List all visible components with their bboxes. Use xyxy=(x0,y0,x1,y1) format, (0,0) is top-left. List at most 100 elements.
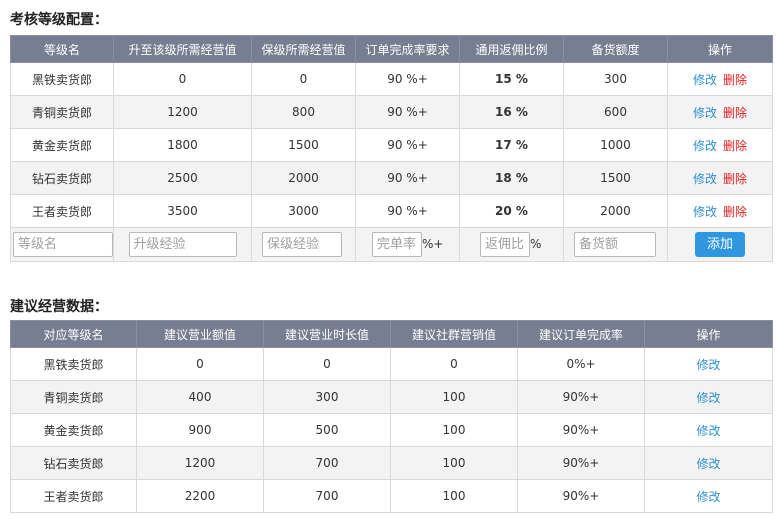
level-name-cell: 黄金卖货郎 xyxy=(10,413,137,447)
form-cell xyxy=(10,227,114,262)
form-cell: 添加 xyxy=(667,227,773,262)
community-cell: 100 xyxy=(390,413,518,447)
col-header-revenue: 建议营业额值 xyxy=(136,320,264,348)
upgrade-value-cell: 0 xyxy=(113,62,252,96)
edit-link[interactable]: 修改 xyxy=(693,205,717,219)
level-name-cell: 钻石卖货郎 xyxy=(10,161,114,195)
add-button[interactable]: 添加 xyxy=(695,232,745,257)
col-header-order-rate: 建议订单完成率 xyxy=(517,320,645,348)
revenue-cell: 400 xyxy=(136,380,264,414)
keep-value-cell: 1500 xyxy=(251,128,356,162)
revenue-cell: 2200 xyxy=(136,479,264,513)
table-row: 青铜卖货郎 1200 800 90 %+ 16 % 600 修改 删除 xyxy=(10,95,773,129)
col-header-hours: 建议营业时长值 xyxy=(263,320,391,348)
col-header-community: 建议社群营销值 xyxy=(390,320,518,348)
edit-link[interactable]: 修改 xyxy=(696,391,720,405)
hours-cell: 700 xyxy=(263,479,391,513)
suggested-data-table: 对应等级名 建议营业额值 建议营业时长值 建议社群营销值 建议订单完成率 操作 … xyxy=(10,320,773,513)
edit-link[interactable]: 修改 xyxy=(693,106,717,120)
level-name-cell: 黄金卖货郎 xyxy=(10,128,114,162)
level-name-cell: 青铜卖货郎 xyxy=(10,95,114,129)
level-name-cell: 王者卖货郎 xyxy=(10,194,114,228)
hours-cell: 700 xyxy=(263,446,391,480)
col-header-actions: 操作 xyxy=(667,35,773,63)
table-row: 黑铁卖货郎 0 0 90 %+ 15 % 300 修改 删除 xyxy=(10,62,773,96)
col-header-order-rate: 订单完成率要求 xyxy=(355,35,460,63)
upgrade-value-cell: 2500 xyxy=(113,161,252,195)
form-cell: %+ xyxy=(355,227,460,262)
edit-link[interactable]: 修改 xyxy=(696,358,720,372)
actions-cell: 修改 xyxy=(644,446,773,480)
table-row: 钻石卖货郎 1200 700 100 90%+ 修改 xyxy=(10,446,773,480)
table-row: 黄金卖货郎 1800 1500 90 %+ 17 % 1000 修改 删除 xyxy=(10,128,773,162)
level-config-table: 等级名 升至该级所需经营值 保级所需经营值 订单完成率要求 通用返佣比例 备货额… xyxy=(10,35,773,262)
order-rate-cell: 90 %+ xyxy=(355,161,460,195)
col-header-keep-value: 保级所需经营值 xyxy=(251,35,356,63)
revenue-cell: 0 xyxy=(136,347,264,381)
table-row: 王者卖货郎 3500 3000 90 %+ 20 % 2000 修改 删除 xyxy=(10,194,773,228)
community-cell: 100 xyxy=(390,446,518,480)
delete-link[interactable]: 删除 xyxy=(723,172,747,186)
table-header-row: 等级名 升至该级所需经营值 保级所需经营值 订单完成率要求 通用返佣比例 备货额… xyxy=(10,35,773,63)
actions-cell: 修改 删除 xyxy=(667,62,773,96)
actions-cell: 修改 删除 xyxy=(667,161,773,195)
hours-cell: 0 xyxy=(263,347,391,381)
edit-link[interactable]: 修改 xyxy=(693,139,717,153)
upgrade-value-cell: 3500 xyxy=(113,194,252,228)
form-cell: % xyxy=(459,227,564,262)
hours-cell: 500 xyxy=(263,413,391,447)
actions-cell: 修改 xyxy=(644,413,773,447)
level-config-title: 考核等级配置： xyxy=(10,12,108,28)
community-cell: 0 xyxy=(390,347,518,381)
stock-input[interactable] xyxy=(574,232,656,257)
order-rate-cell: 90%+ xyxy=(517,479,645,513)
revenue-cell: 900 xyxy=(136,413,264,447)
actions-cell: 修改 xyxy=(644,347,773,381)
rebate-cell: 20 % xyxy=(459,194,564,228)
actions-cell: 修改 xyxy=(644,479,773,513)
rebate-input[interactable] xyxy=(480,232,530,257)
delete-link[interactable]: 删除 xyxy=(723,106,747,120)
order-rate-cell: 90 %+ xyxy=(355,194,460,228)
rebate-cell: 16 % xyxy=(459,95,564,129)
edit-link[interactable]: 修改 xyxy=(696,424,720,438)
order-rate-cell: 90%+ xyxy=(517,380,645,414)
form-cell xyxy=(251,227,356,262)
actions-cell: 修改 删除 xyxy=(667,128,773,162)
table-row: 黄金卖货郎 900 500 100 90%+ 修改 xyxy=(10,413,773,447)
level-name-input[interactable] xyxy=(13,232,113,257)
rebate-cell: 18 % xyxy=(459,161,564,195)
upgrade-exp-input[interactable] xyxy=(128,232,237,257)
hours-cell: 300 xyxy=(263,380,391,414)
suggested-data-title: 建议经营数据： xyxy=(10,299,108,315)
delete-link[interactable]: 删除 xyxy=(723,205,747,219)
col-header-level-name: 对应等级名 xyxy=(10,320,137,348)
upgrade-value-cell: 1800 xyxy=(113,128,252,162)
delete-link[interactable]: 删除 xyxy=(723,139,747,153)
col-header-actions: 操作 xyxy=(644,320,773,348)
order-rate-cell: 90%+ xyxy=(517,446,645,480)
level-name-cell: 黑铁卖货郎 xyxy=(10,62,114,96)
level-name-cell: 黑铁卖货郎 xyxy=(10,347,137,381)
keep-value-cell: 800 xyxy=(251,95,356,129)
edit-link[interactable]: 修改 xyxy=(693,73,717,87)
table-row: 黑铁卖货郎 0 0 0 0%+ 修改 xyxy=(10,347,773,381)
form-cell xyxy=(113,227,252,262)
edit-link[interactable]: 修改 xyxy=(693,172,717,186)
form-cell xyxy=(563,227,668,262)
keep-exp-input[interactable] xyxy=(262,232,342,257)
keep-value-cell: 0 xyxy=(251,62,356,96)
col-header-level-name: 等级名 xyxy=(10,35,114,63)
order-rate-cell: 0%+ xyxy=(517,347,645,381)
actions-cell: 修改 xyxy=(644,380,773,414)
edit-link[interactable]: 修改 xyxy=(696,457,720,471)
delete-link[interactable]: 删除 xyxy=(723,73,747,87)
table-row: 青铜卖货郎 400 300 100 90%+ 修改 xyxy=(10,380,773,414)
keep-value-cell: 2000 xyxy=(251,161,356,195)
order-rate-input[interactable] xyxy=(372,232,422,257)
order-rate-cell: 90 %+ xyxy=(355,95,460,129)
stock-cell: 1500 xyxy=(563,161,668,195)
edit-link[interactable]: 修改 xyxy=(696,490,720,504)
table-row: 钻石卖货郎 2500 2000 90 %+ 18 % 1500 修改 删除 xyxy=(10,161,773,195)
col-header-stock: 备货额度 xyxy=(563,35,668,63)
